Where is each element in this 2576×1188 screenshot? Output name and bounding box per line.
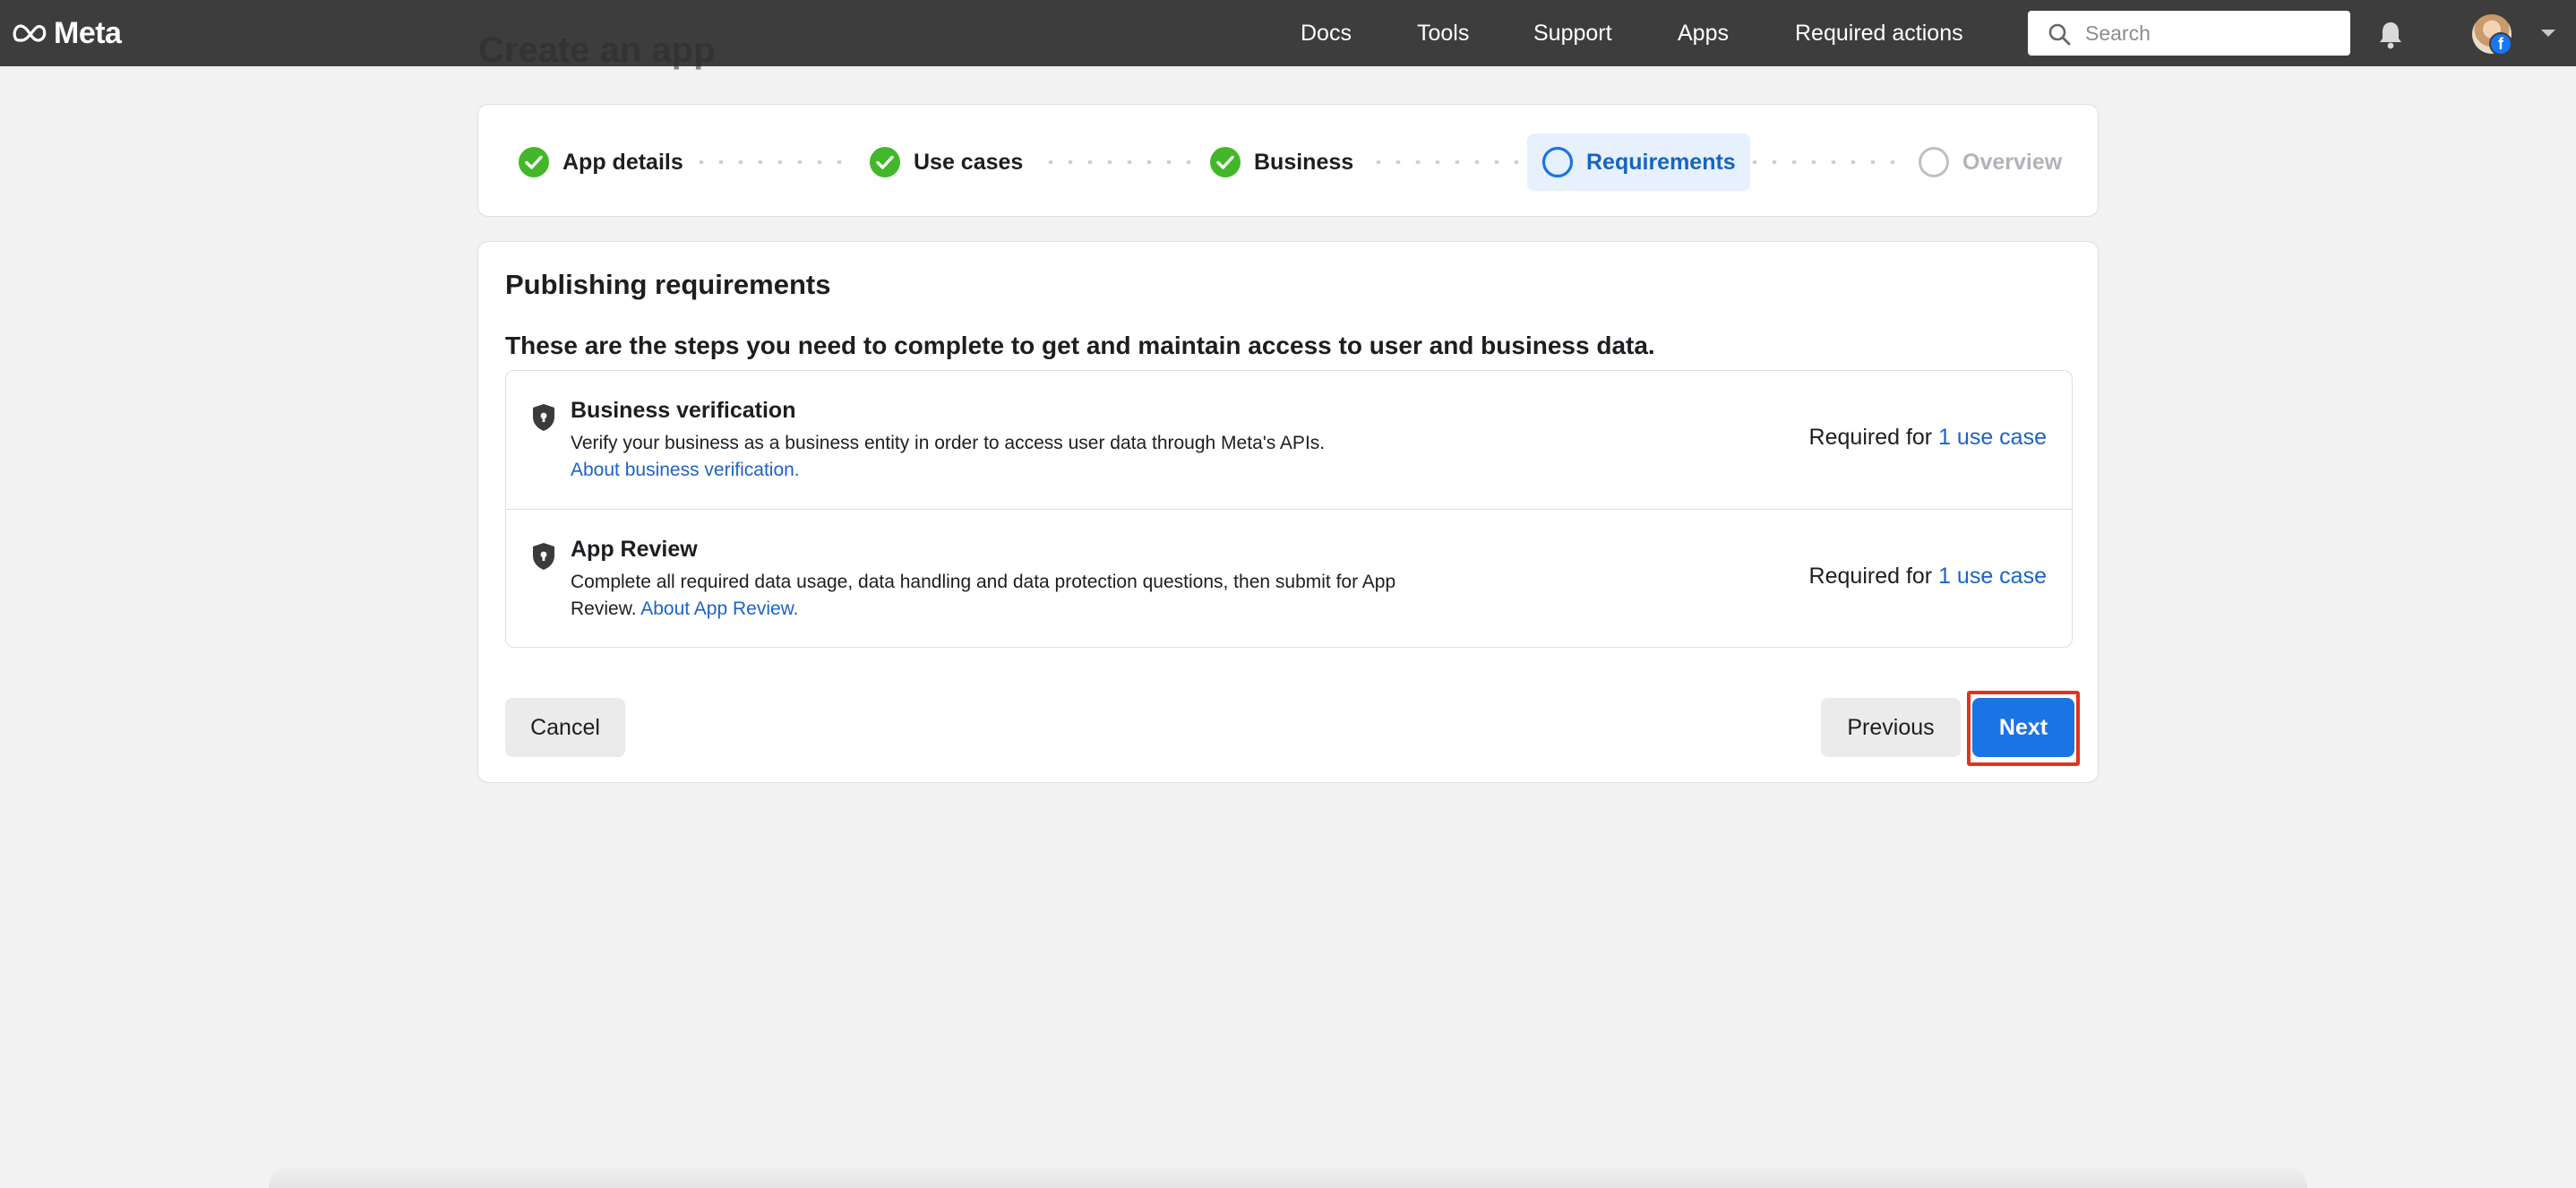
step-overview[interactable]: Overview (1918, 144, 2062, 180)
section-subtitle: These are the steps you need to complete… (505, 331, 1655, 359)
requirements-list: Business verification Verify your busine… (505, 370, 2073, 648)
shield-icon (533, 543, 554, 570)
caret-down-icon[interactable] (2539, 27, 2557, 39)
step-connector (691, 160, 854, 164)
next-button[interactable]: Next (1972, 698, 2074, 757)
step-label: App details (562, 149, 683, 175)
step-business[interactable]: Business (1209, 144, 1353, 180)
check-circle-icon (1210, 147, 1241, 177)
section-title: Publishing requirements (505, 269, 831, 300)
page-title-background: Create an app (478, 30, 716, 70)
step-label: Business (1254, 149, 1354, 175)
shield-icon (533, 404, 554, 431)
requirement-app-review: App Review Complete all required data us… (506, 509, 2072, 647)
about-business-verification-link[interactable]: About business verification. (571, 460, 800, 480)
requirement-business-verification: Business verification Verify your busine… (506, 371, 2072, 509)
requirement-scope: Required for 1 use case (1809, 425, 2047, 451)
progress-stepper: App details Use cases Business Requireme… (477, 104, 2099, 217)
about-app-review-link[interactable]: About App Review. (640, 598, 798, 619)
bell-icon[interactable] (2375, 20, 2406, 50)
nav-docs[interactable]: Docs (1301, 18, 1352, 48)
step-connector (1745, 160, 1906, 164)
empty-circle-icon (1919, 147, 1949, 177)
nav-support[interactable]: Support (1533, 18, 1612, 48)
nav-required-actions[interactable]: Required actions (1795, 18, 1963, 48)
ring-icon (1541, 146, 1574, 178)
check-circle-icon (870, 147, 900, 177)
step-label: Overview (1962, 149, 2063, 175)
requirement-scope: Required for 1 use case (1809, 564, 2047, 590)
requirement-description: Verify your business as a business entit… (571, 430, 1448, 484)
step-connector (1369, 160, 1523, 164)
requirement-title: Business verification (571, 398, 796, 423)
nav-tools[interactable]: Tools (1417, 18, 1469, 48)
meta-wordmark: Meta (54, 15, 122, 50)
use-case-link[interactable]: 1 use case (1938, 425, 2047, 450)
previous-button[interactable]: Previous (1821, 698, 1961, 757)
search-box[interactable] (2028, 11, 2350, 56)
step-use-cases[interactable]: Use cases (869, 144, 1023, 180)
cancel-button[interactable]: Cancel (505, 698, 625, 757)
nav-apps[interactable]: Apps (1678, 18, 1729, 48)
use-case-link[interactable]: 1 use case (1938, 564, 2047, 589)
check-circle-icon (519, 147, 549, 177)
search-input[interactable] (2085, 18, 2336, 48)
required-for-label: Required for (1808, 564, 1933, 589)
step-connector (1041, 160, 1195, 164)
bottom-shadow (269, 1165, 2307, 1188)
step-requirements[interactable]: Requirements (1527, 133, 1750, 191)
publishing-requirements-card: Publishing requirements These are the st… (477, 241, 2099, 783)
required-for-label: Required for (1808, 425, 1933, 450)
top-navigation-bar: Meta Docs Tools Support Apps Required ac… (0, 0, 2576, 66)
meta-infinity-icon (13, 24, 47, 42)
search-icon (2048, 23, 2071, 46)
requirement-description: Complete all required data usage, data h… (571, 569, 1430, 623)
step-label: Use cases (914, 149, 1024, 175)
requirement-title: App Review (571, 537, 698, 562)
step-app-details[interactable]: App details (518, 144, 683, 180)
step-label: Requirements (1586, 149, 1736, 175)
requirement-description-text: Verify your business as a business entit… (571, 433, 1326, 453)
facebook-badge-icon: f (2489, 32, 2512, 56)
meta-logo[interactable]: Meta (11, 15, 122, 50)
